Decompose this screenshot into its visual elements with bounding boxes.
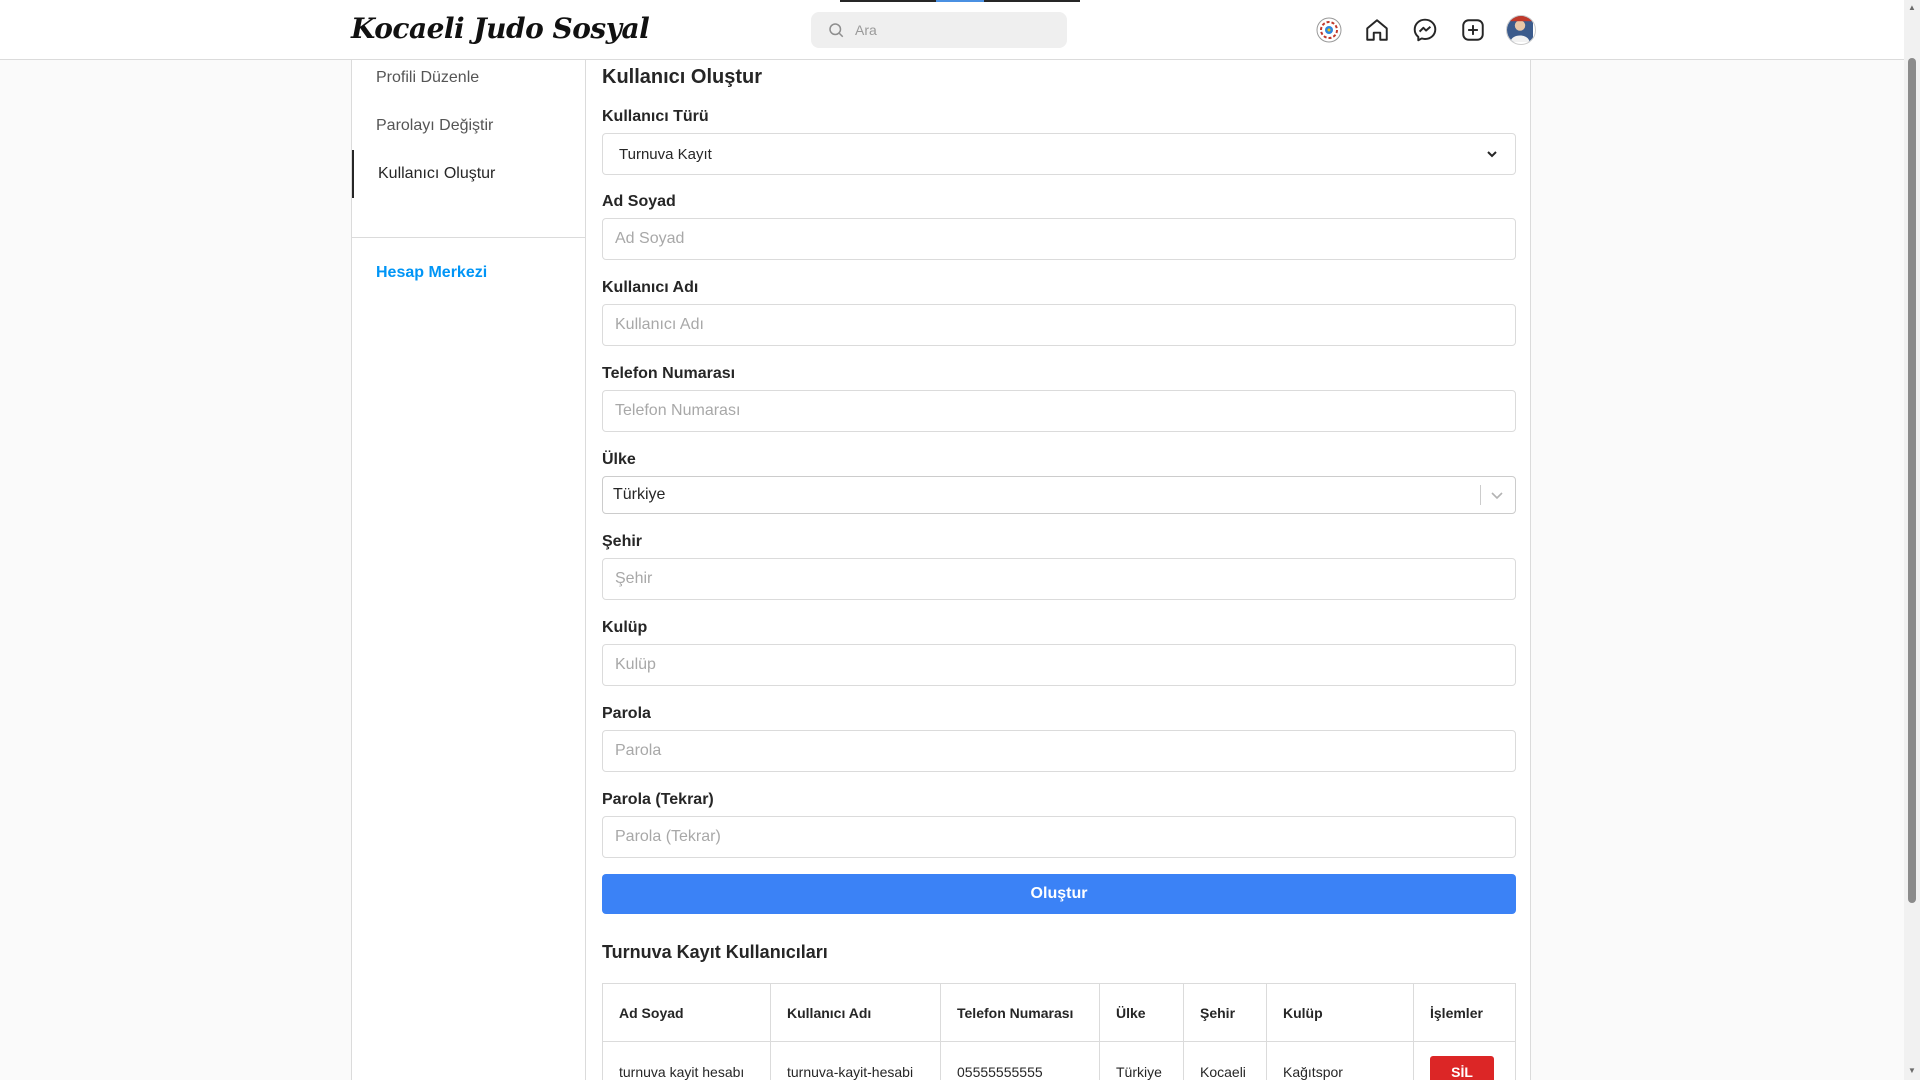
search-input[interactable]	[855, 22, 1045, 38]
users-table: Ad Soyad Kullanıcı Adı Telefon Numarası …	[602, 983, 1516, 1080]
create-button[interactable]: Oluştur	[602, 874, 1516, 914]
sidebar-item-create-user[interactable]: Kullanıcı Oluştur	[352, 150, 585, 198]
city-input[interactable]	[602, 558, 1516, 600]
col-header-club: Kulüp	[1266, 983, 1414, 1042]
col-header-city: Şehir	[1183, 983, 1267, 1042]
page-title: Kullanıcı Oluştur	[602, 66, 763, 88]
sidebar-item-change-password[interactable]: Parolayı Değiştir	[352, 102, 585, 150]
scroll-up-arrow-icon[interactable]: ▲	[1908, 3, 1916, 12]
chevron-down-icon	[1491, 492, 1503, 500]
password-repeat-input[interactable]	[602, 816, 1516, 858]
avatar	[1506, 15, 1536, 45]
col-header-username: Kullanıcı Adı	[770, 983, 941, 1042]
username-label: Kullanıcı Adı	[602, 279, 699, 296]
username-input[interactable]	[602, 304, 1516, 346]
nav-icons	[1313, 14, 1537, 46]
page-scrollbar[interactable]: ▲ ▼	[1904, 0, 1920, 1080]
col-header-full-name: Ad Soyad	[602, 983, 771, 1042]
col-header-country: Ülke	[1099, 983, 1184, 1042]
search-box[interactable]	[811, 12, 1067, 48]
delete-user-button[interactable]: SİL	[1430, 1055, 1494, 1080]
settings-card: Profili Düzenle Parolayı Değiştir Kullan…	[351, 60, 1531, 1080]
password-repeat-label: Parola (Tekrar)	[602, 791, 714, 808]
user-type-select[interactable]: Turnuva Kayıt	[602, 133, 1516, 175]
full-name-label: Ad Soyad	[602, 193, 676, 210]
phone-label: Telefon Numarası	[602, 365, 736, 382]
sidebar-item-edit-profile[interactable]: Profili Düzenle	[352, 54, 585, 102]
cell-club: Kağıtspor	[1266, 1041, 1414, 1080]
cell-username: turnuva-kayit-hesabi	[770, 1041, 941, 1080]
user-type-label: Kullanıcı Türü	[602, 108, 709, 125]
sidebar-divider	[352, 237, 585, 238]
top-navbar: Kocaeli Judo Sosyal	[0, 0, 1904, 60]
account-center-link[interactable]: Hesap Merkezi	[376, 264, 487, 282]
cell-actions: SİL	[1414, 1042, 1516, 1080]
scrollbar-thumb[interactable]	[1908, 58, 1916, 903]
table-row: turnuva kayit hesabı turnuva-kayit-hesab…	[602, 1041, 1516, 1080]
country-value: Türkiye	[613, 486, 666, 503]
phone-input[interactable]	[602, 390, 1516, 432]
profile-avatar-button[interactable]	[1505, 14, 1537, 46]
site-logo[interactable]: Kocaeli Judo Sosyal	[351, 12, 650, 45]
cell-country: Türkiye	[1099, 1041, 1184, 1080]
full-name-input[interactable]	[602, 218, 1516, 260]
city-label: Şehir	[602, 533, 643, 550]
table-header-row: Ad Soyad Kullanıcı Adı Telefon Numarası …	[602, 983, 1516, 1042]
col-header-actions: İşlemler	[1413, 983, 1516, 1042]
cell-phone: 05555555555	[940, 1041, 1100, 1080]
club-label: Kulüp	[602, 619, 648, 636]
users-table-title: Turnuva Kayıt Kullanıcıları	[602, 942, 828, 962]
country-select[interactable]: Türkiye	[602, 476, 1516, 514]
search-icon	[829, 23, 844, 38]
club-input[interactable]	[602, 644, 1516, 686]
scroll-down-arrow-icon[interactable]: ▼	[1908, 1066, 1916, 1075]
col-header-phone: Telefon Numarası	[940, 983, 1100, 1042]
password-label: Parola	[602, 705, 651, 722]
password-input[interactable]	[602, 730, 1516, 772]
country-label: Ülke	[602, 451, 636, 468]
settings-sidebar: Profili Düzenle Parolayı Değiştir Kullan…	[352, 60, 586, 1080]
top-accent-line-blue	[936, 0, 984, 2]
home-icon[interactable]	[1361, 14, 1393, 46]
chevron-down-icon	[1487, 151, 1497, 158]
messenger-icon[interactable]	[1409, 14, 1441, 46]
select-separator	[1480, 485, 1481, 505]
judo-federation-icon[interactable]	[1313, 14, 1345, 46]
cell-city: Kocaeli	[1183, 1041, 1267, 1080]
cell-full-name: turnuva kayit hesabı	[602, 1041, 771, 1080]
user-type-value: Turnuva Kayıt	[619, 145, 712, 163]
new-post-icon[interactable]	[1457, 14, 1489, 46]
